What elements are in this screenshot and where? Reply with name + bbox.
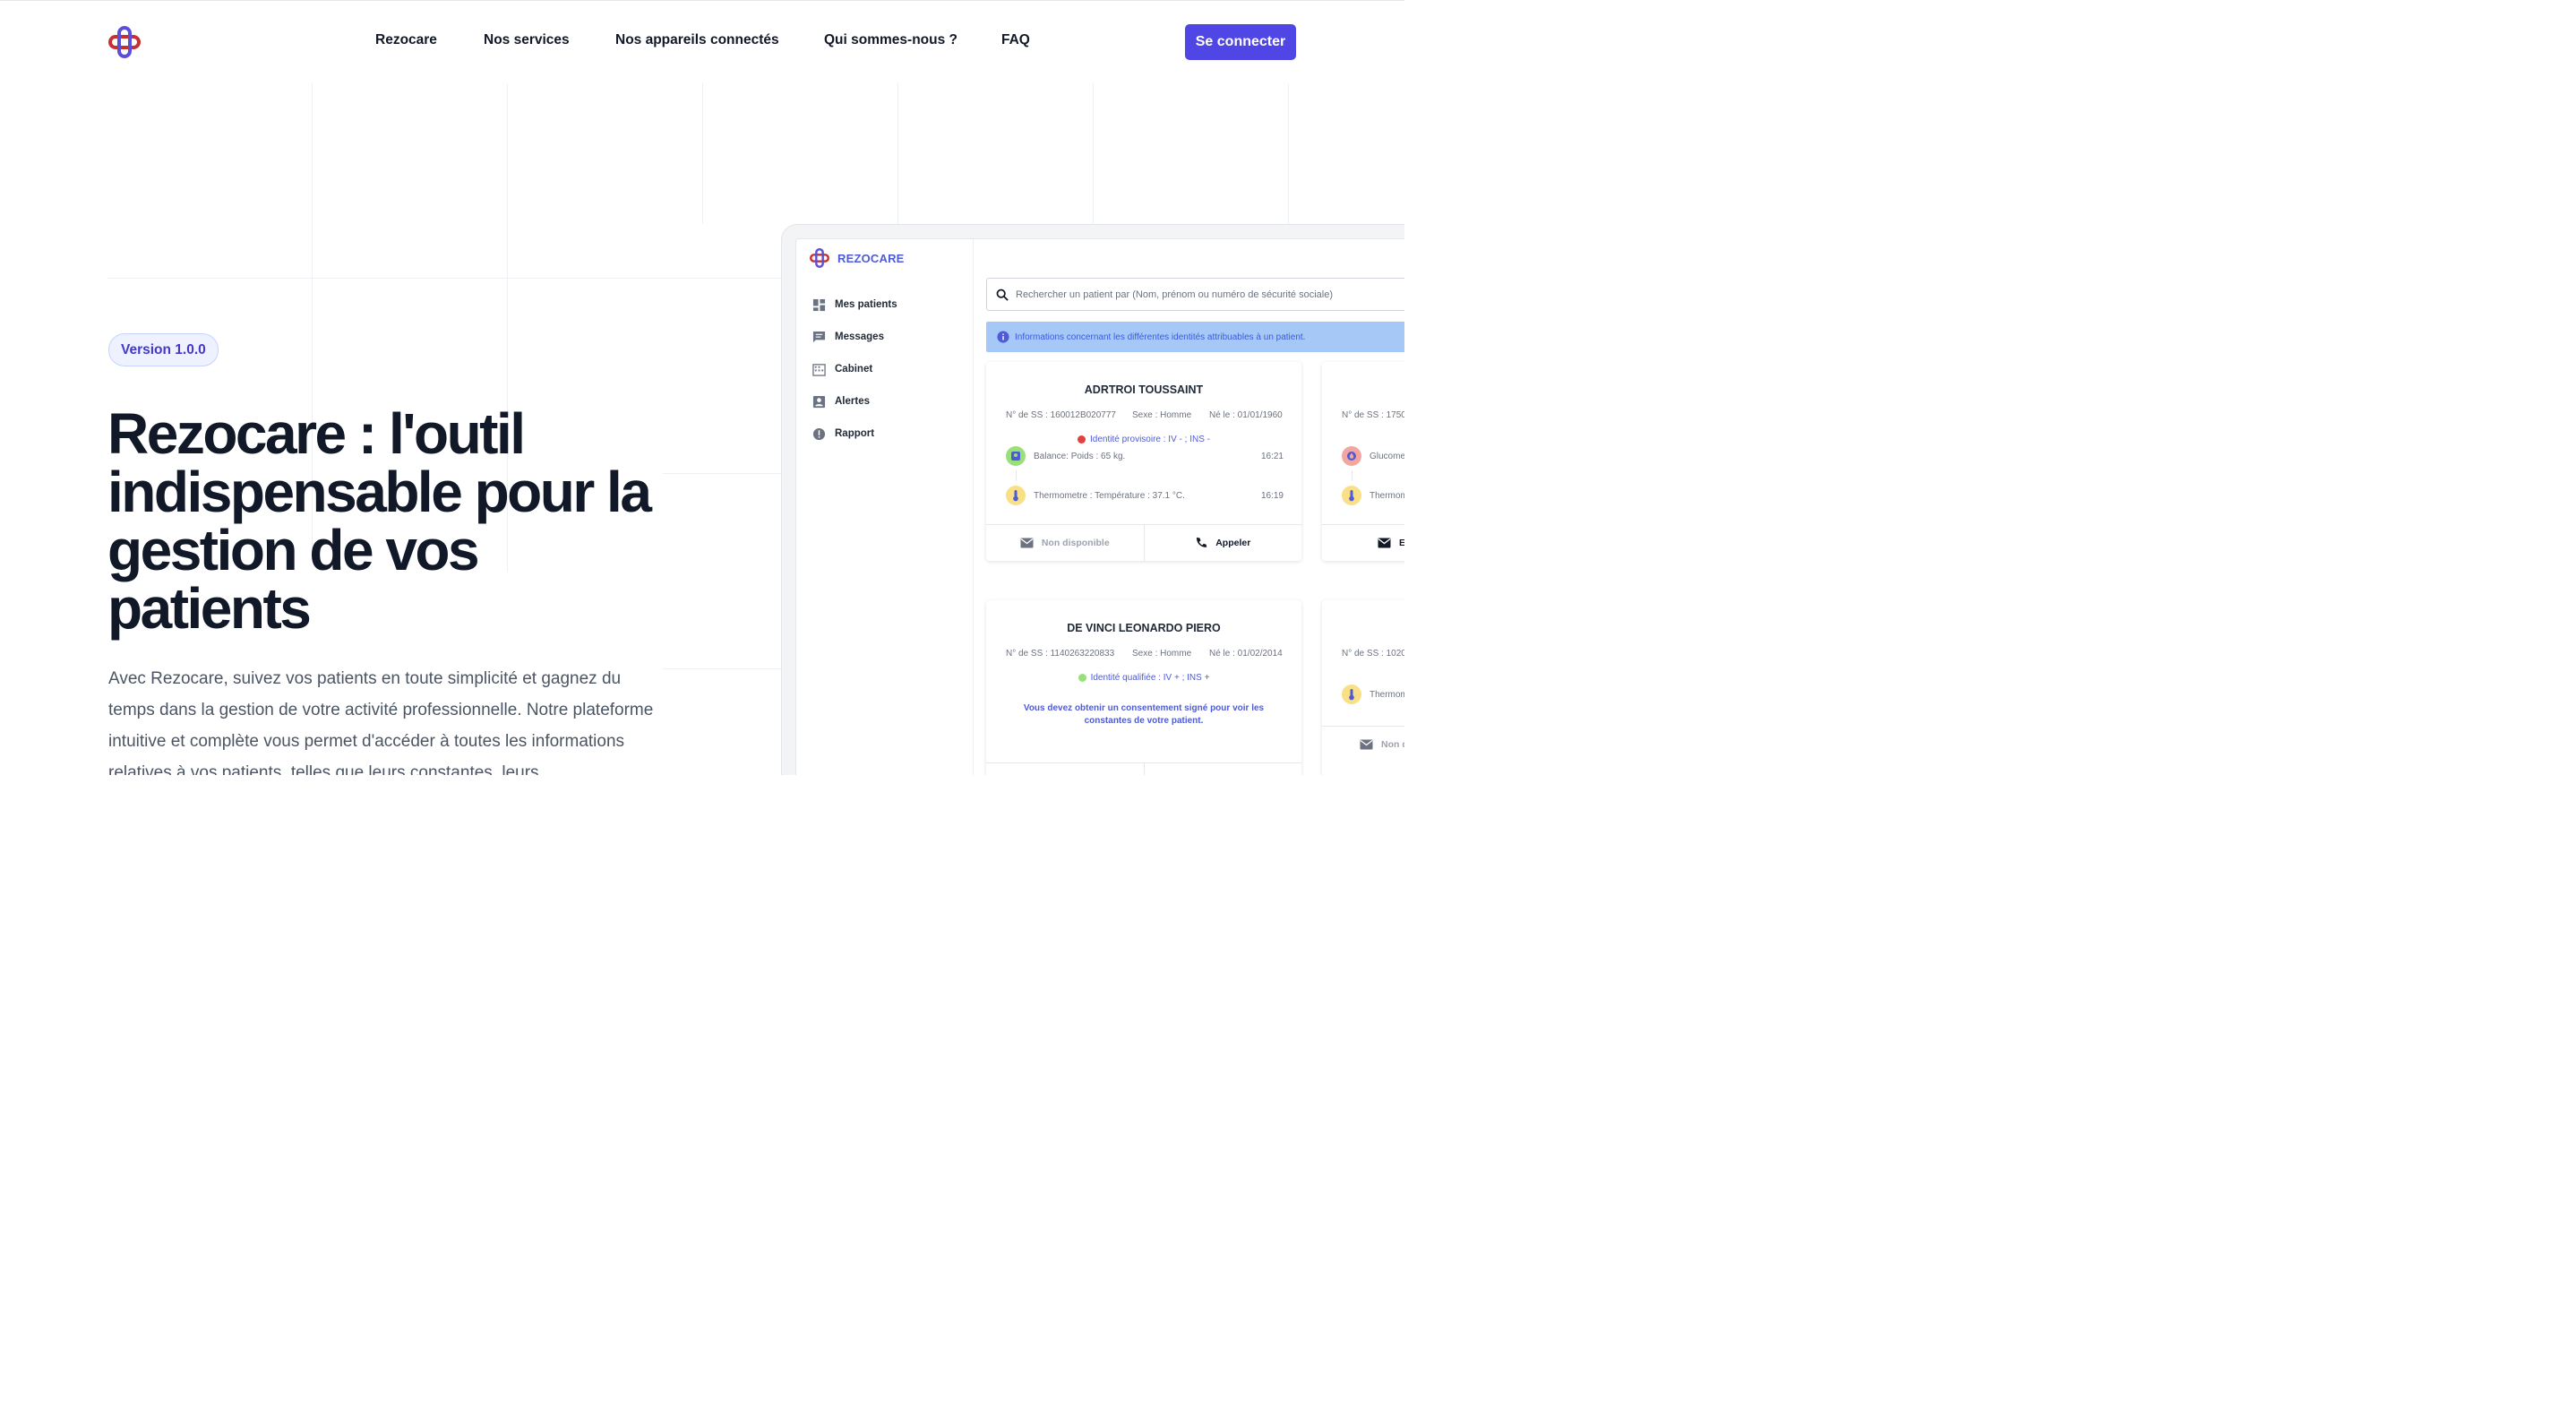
patient-ss: N° de SS : 1140263220833: [1006, 649, 1115, 659]
email-unavailable-button[interactable]: Non disponible: [986, 525, 1144, 561]
nav-link-services[interactable]: Nos services: [484, 32, 570, 48]
hero-description: Avec Rezocare, suivez vos patients en to…: [108, 669, 654, 775]
info-icon: [997, 331, 1009, 343]
info-banner: Informations concernant les différentes …: [986, 322, 1404, 352]
patient-ss: N° de SS : 1750: [1342, 410, 1404, 420]
card-actions: E: [1322, 524, 1404, 561]
card-actions: [986, 762, 1301, 775]
nav-link-faq[interactable]: FAQ: [1001, 32, 1030, 48]
patient-sex: Sexe : Homme: [1132, 410, 1192, 420]
nav-link-about[interactable]: Qui sommes-nous ?: [824, 32, 957, 48]
patient-name: DE VINCI LEONARDO PIERO: [1067, 622, 1221, 634]
sidebar-item-rapport[interactable]: Rapport: [812, 426, 874, 442]
patient-card[interactable]: DE VINCI LEONARDO PIERO N° de SS : 11402…: [986, 600, 1301, 775]
identity-dot: [1078, 674, 1086, 682]
app-brand-name: REZOCARE: [837, 251, 905, 265]
search-icon: [996, 289, 1009, 301]
sidebar-divider: [973, 239, 974, 775]
dashboard-icon: [812, 298, 826, 311]
search-placeholder: Rechercher un patient par (Nom, prénom o…: [1016, 289, 1334, 300]
measure-row: Balance: Poids : 65 kg. 16:21: [1006, 446, 1284, 466]
measure-label: Thermom: [1370, 490, 1404, 501]
measure-time: 16:21: [1260, 451, 1284, 461]
grid-line: [1093, 83, 1094, 224]
patient-sex: Sexe : Homme: [1132, 649, 1192, 659]
measure-row: Thermometre : Température : 37.1 °C. 16:…: [1006, 486, 1284, 505]
patient-birthdate: Né le : 01/01/1960: [1209, 410, 1283, 420]
sidebar-item-label: Mes patients: [835, 299, 897, 310]
action-label: E: [1399, 538, 1404, 548]
mail-icon: [1020, 538, 1034, 548]
measure-row: Thermom: [1342, 685, 1404, 704]
identity-dot: [1078, 435, 1086, 444]
email-unavailable-button[interactable]: Non d: [1322, 726, 1404, 762]
card-action-right[interactable]: [1143, 763, 1302, 775]
identity-status: Identité qualifiée : IV + ; INS +: [986, 673, 1301, 683]
identity-label: Identité provisoire : IV - ; INS -: [1090, 435, 1210, 444]
thermometer-icon: [1342, 486, 1361, 505]
patient-search-input[interactable]: Rechercher un patient par (Nom, prénom o…: [986, 278, 1404, 311]
action-label: Non disponible: [1041, 538, 1110, 548]
card-action-left[interactable]: [986, 763, 1144, 775]
measure-row: Glucome: [1342, 446, 1404, 466]
patient-birthdate: Né le : 01/02/2014: [1209, 649, 1283, 659]
alert-circle-icon: [812, 427, 826, 440]
measure-label: Thermom: [1370, 689, 1404, 700]
patient-ss: N° de SS : 1020: [1342, 649, 1404, 659]
sidebar-item-label: Messages: [835, 332, 884, 342]
sidebar-item-label: Rapport: [835, 428, 875, 439]
sidebar-item-cabinet[interactable]: Cabinet: [812, 361, 872, 377]
patient-ss: N° de SS : 160012B020777: [1006, 410, 1116, 420]
measure-time: 16:19: [1260, 490, 1284, 501]
action-label: Non d: [1381, 738, 1404, 750]
grid-line: [663, 668, 788, 669]
thermometer-icon: [1342, 685, 1361, 704]
login-button[interactable]: Se connecter: [1185, 24, 1296, 60]
grid-line: [1288, 83, 1289, 224]
patient-card[interactable]: N° de SS : 1020 Thermom Non d: [1322, 600, 1404, 775]
nav-link-devices[interactable]: Nos appareils connectés: [615, 32, 779, 48]
sidebar-item-alertes[interactable]: Alertes: [812, 393, 870, 409]
measure-label: Thermometre : Température : 37.1 °C.: [1034, 490, 1185, 501]
action-label: Appeler: [1215, 538, 1251, 548]
sidebar-item-label: Alertes: [835, 396, 870, 407]
grid-line: [107, 278, 788, 279]
patient-card[interactable]: N° de SS : 1750 Glucome Thermom E: [1322, 362, 1404, 561]
measure-label: Glucome: [1370, 451, 1404, 461]
consent-warning: Vous devez obtenir un consentement signé…: [1023, 703, 1265, 726]
grid-line: [897, 83, 898, 224]
scale-icon: [1006, 446, 1026, 466]
identity-label: Identité qualifiée : IV + ; INS +: [1090, 673, 1210, 683]
grid-line: [702, 83, 703, 224]
measure-label: Balance: Poids : 65 kg.: [1034, 451, 1126, 461]
glucose-icon: [1342, 446, 1361, 466]
sidebar-item-messages[interactable]: Messages: [812, 329, 884, 345]
building-icon: [812, 363, 826, 376]
timeline-line: [1016, 470, 1017, 481]
identity-status: Identité provisoire : IV - ; INS -: [986, 435, 1301, 444]
contact-icon: [812, 395, 826, 408]
hero-title: Rezocare : l'outil indispensable pour la…: [107, 401, 652, 641]
patient-card[interactable]: ADRTROI TOUSSAINT N° de SS : 160012B0207…: [986, 362, 1301, 561]
landing-page: Rezocare Nos services Nos appareils conn…: [0, 0, 1404, 775]
sidebar-item-patients[interactable]: Mes patients: [812, 297, 897, 313]
phone-icon: [1197, 537, 1207, 547]
measure-row: Thermom: [1342, 486, 1404, 505]
grid-line: [663, 473, 788, 474]
version-badge: Version 1.0.0: [108, 333, 219, 366]
top-border: [0, 0, 1404, 1]
sidebar-item-label: Cabinet: [835, 364, 873, 375]
call-button[interactable]: Appeler: [1143, 525, 1302, 561]
nav-link-rezocare[interactable]: Rezocare: [375, 32, 437, 48]
patient-name: ADRTROI TOUSSAINT: [1084, 383, 1204, 396]
card-actions: Non disponible Appeler: [986, 524, 1301, 561]
mail-icon: [1360, 739, 1373, 749]
rezocare-logo-small: [810, 248, 829, 268]
email-button[interactable]: E: [1322, 525, 1404, 561]
thermometer-icon: [1006, 486, 1026, 505]
info-banner-text: Informations concernant les différentes …: [1015, 332, 1306, 342]
mail-icon: [1378, 538, 1391, 548]
message-icon: [812, 331, 826, 342]
app-brand: REZOCARE: [809, 248, 905, 268]
